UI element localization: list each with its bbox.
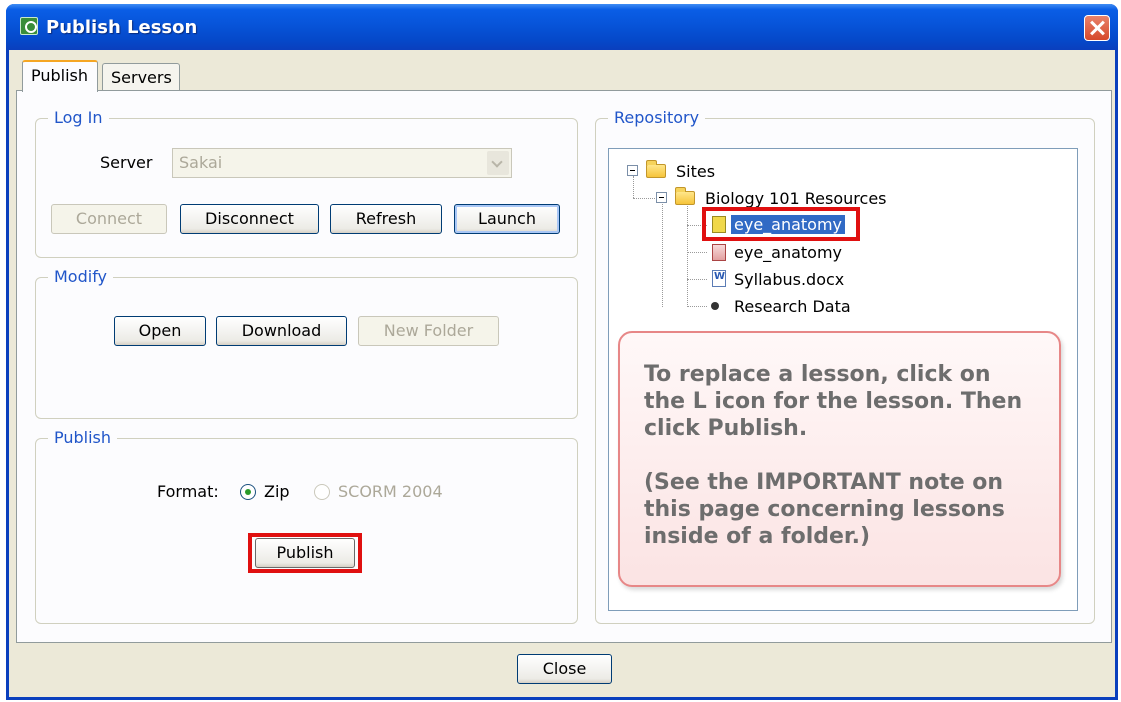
title-bar[interactable]: Publish Lesson — [6, 4, 1118, 50]
tree-item-sites[interactable]: Sites — [676, 162, 715, 181]
tree-line — [633, 176, 634, 198]
login-group: Log In — [35, 108, 578, 258]
callout-text-1: To replace a lesson, click on the L icon… — [644, 362, 1023, 441]
tree-item-eye-anatomy-file[interactable]: eye_anatomy — [734, 243, 842, 262]
zip-radio[interactable] — [240, 484, 256, 500]
server-label: Server — [100, 153, 153, 172]
app-icon — [20, 17, 38, 35]
login-group-title: Log In — [48, 108, 109, 127]
lesson-highlight-box — [702, 207, 860, 241]
disconnect-button[interactable]: Disconnect — [180, 204, 319, 234]
folder-icon — [675, 187, 695, 205]
refresh-button[interactable]: Refresh — [330, 204, 442, 234]
open-button[interactable]: Open — [114, 316, 206, 346]
server-select: Sakai — [172, 148, 512, 178]
tree-line — [662, 204, 663, 307]
tree-line — [687, 204, 688, 307]
publish-group-title: Publish — [48, 428, 118, 447]
bullet-icon — [711, 302, 719, 310]
package-icon — [712, 244, 726, 261]
tree-item-syllabus[interactable]: Syllabus.docx — [734, 270, 844, 289]
modify-group-title: Modify — [48, 267, 114, 286]
folder-icon — [646, 160, 666, 178]
zip-label: Zip — [264, 482, 290, 501]
tab-servers[interactable]: Servers — [102, 63, 180, 93]
chevron-down-icon — [487, 151, 509, 175]
window-title: Publish Lesson — [46, 17, 198, 38]
server-select-value: Sakai — [179, 153, 223, 172]
scorm-label: SCORM 2004 — [338, 482, 443, 501]
tree-line — [687, 279, 707, 280]
tree-item-biology-101[interactable]: Biology 101 Resources — [705, 189, 887, 208]
launch-button[interactable]: Launch — [454, 204, 560, 234]
instruction-callout: To replace a lesson, click on the L icon… — [618, 331, 1061, 587]
tree-line — [687, 306, 707, 307]
modify-group: Modify — [35, 267, 578, 419]
tree-line — [633, 198, 655, 199]
publish-group: Publish — [35, 428, 578, 624]
tree-item-research-data[interactable]: Research Data — [734, 297, 851, 316]
collapse-icon[interactable] — [656, 192, 667, 203]
scorm-radio — [314, 484, 330, 500]
connect-button: Connect — [51, 204, 167, 234]
new-folder-button: New Folder — [358, 316, 499, 346]
collapse-icon[interactable] — [627, 165, 638, 176]
download-button[interactable]: Download — [216, 316, 347, 346]
format-label: Format: — [157, 482, 219, 501]
close-button[interactable]: Close — [517, 654, 612, 684]
callout-text-2: (See the IMPORTANT note on this page con… — [644, 470, 1005, 549]
publish-highlight-box — [248, 533, 362, 573]
close-window-icon[interactable] — [1084, 15, 1110, 41]
word-document-icon — [712, 270, 726, 287]
tree-line — [687, 252, 707, 253]
tab-publish[interactable]: Publish — [22, 60, 98, 92]
repository-group-title: Repository — [608, 108, 706, 127]
